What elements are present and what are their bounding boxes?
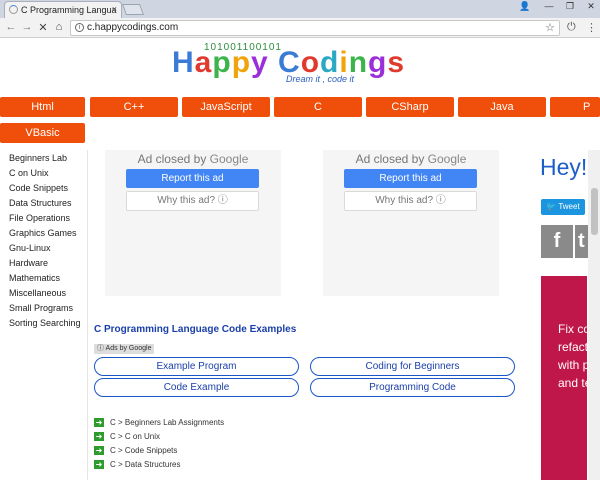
menu-cpp[interactable]: C++ (90, 97, 178, 117)
ad-closed-prefix: Ad closed by (137, 152, 207, 166)
arrow-right-icon: ➜ (94, 432, 104, 442)
maximize-icon[interactable]: ❐ (561, 1, 579, 12)
menu-c[interactable]: C (274, 97, 362, 117)
home-icon[interactable]: ⌂ (52, 21, 66, 33)
logo-tagline: Dream it , code it (286, 74, 355, 84)
sidebar-item-c-on-unix[interactable]: C on Unix (9, 168, 49, 178)
stop-icon[interactable]: ✕ (36, 21, 50, 34)
arrow-right-icon: ➜ (94, 446, 104, 456)
site-info-icon[interactable]: i (75, 23, 84, 32)
section-title: C Programming Language Code Examples (94, 324, 297, 335)
sidebar-item-hardware[interactable]: Hardware (9, 258, 48, 268)
address-bar[interactable]: i c.happycodings.com ☆ (70, 20, 560, 36)
sidebar-item-mathematics[interactable]: Mathematics (9, 273, 60, 283)
sidebar: Beginners Lab C on Unix Code Snippets Da… (0, 150, 88, 480)
ad-closed-prefix: Ad closed by (355, 152, 425, 166)
ad-block-right: Ad closed by Google Report this ad Why t… (323, 150, 499, 296)
logo-letter: s (387, 46, 406, 79)
list-item[interactable]: ➜ C > Data Structures (94, 460, 180, 471)
back-icon[interactable]: ← (4, 21, 18, 33)
logo-letter: p (231, 46, 252, 79)
ad-block-left: Ad closed by Google Report this ad Why t… (105, 150, 281, 296)
forward-icon[interactable]: → (20, 21, 34, 33)
list-item-label: C > Code Snippets (110, 446, 178, 455)
sidebar-item-code-snippets[interactable]: Code Snippets (9, 183, 68, 193)
tweet-button[interactable]: 🐦 Tweet (541, 199, 585, 215)
logo-letter: p (212, 46, 232, 79)
report-ad-button[interactable]: Report this ad (126, 169, 259, 188)
promo-line: with p (558, 358, 587, 372)
logo-letter (269, 46, 278, 80)
ad-closed-text: Ad closed by Google (323, 152, 499, 166)
hey-heading: Hey! (540, 154, 588, 180)
why-this-ad-button[interactable]: Why this ad? ⓘ (126, 191, 259, 211)
sidebar-item-beginners-lab[interactable]: Beginners Lab (9, 153, 67, 163)
url-text: c.happycodings.com (87, 22, 179, 33)
promo-line: refact (558, 340, 587, 354)
profile-icon[interactable]: 👤 (516, 1, 534, 12)
sidebar-item-file-operations[interactable]: File Operations (9, 213, 70, 223)
ad-link-code-example[interactable]: Code Example (94, 378, 299, 397)
loading-icon (9, 5, 18, 14)
menu-java[interactable]: Java (458, 97, 546, 117)
bookmark-star-icon[interactable]: ☆ (545, 21, 555, 34)
tab-title: C Programming Langua (21, 5, 117, 15)
menu-csharp[interactable]: CSharp (366, 97, 454, 117)
minimize-icon[interactable]: — (540, 1, 558, 11)
tab-close-icon[interactable]: × (112, 4, 117, 14)
promo-banner[interactable]: Fix co refact with p and te (541, 276, 587, 480)
sidebar-item-data-structures[interactable]: Data Structures (9, 198, 72, 208)
menu-html[interactable]: Html (0, 97, 85, 117)
list-item[interactable]: ➜ C > Beginners Lab Assignments (94, 418, 224, 429)
scrollbar-thumb[interactable] (591, 188, 598, 235)
ad-closed-text: Ad closed by Google (105, 152, 281, 166)
why-this-ad-button[interactable]: Why this ad? ⓘ (344, 191, 477, 211)
logo-letter: y (251, 46, 269, 79)
ad-closed-brand: Google (209, 152, 249, 166)
browser-tab[interactable]: C Programming Langua × (4, 1, 122, 18)
ads-by-google-badge[interactable]: ⓘ Ads by Google (94, 344, 155, 354)
sidebar-item-small-programs[interactable]: Small Programs (9, 303, 73, 313)
logo-letter: g (368, 46, 388, 79)
ad-link-programming-code[interactable]: Programming Code (310, 378, 515, 397)
logo-letter: a (194, 46, 213, 79)
extension-icon[interactable]: ⏻ (567, 21, 576, 34)
report-ad-button[interactable]: Report this ad (344, 169, 477, 188)
promo-line: and te (558, 376, 587, 390)
arrow-right-icon: ➜ (94, 460, 104, 470)
window-close-icon[interactable]: ✕ (582, 1, 600, 12)
menu-vbasic[interactable]: VBasic (0, 123, 85, 143)
sidebar-item-graphics-games[interactable]: Graphics Games (9, 228, 77, 238)
ad-link-example-program[interactable]: Example Program (94, 357, 299, 376)
list-item-label: C > Data Structures (110, 460, 181, 469)
menu-javascript[interactable]: JavaScript (182, 97, 270, 117)
menu-p[interactable]: P (550, 97, 600, 117)
ad-closed-brand: Google (427, 152, 467, 166)
twitter-icon[interactable]: t (575, 225, 588, 258)
browser-menu-icon[interactable]: ⋮ (586, 21, 597, 34)
new-tab-button[interactable] (121, 4, 145, 15)
facebook-icon[interactable]: f (541, 225, 573, 258)
logo-letter: H (172, 46, 195, 79)
list-item-label: C > Beginners Lab Assignments (110, 418, 225, 427)
sidebar-item-gnu-linux[interactable]: Gnu-Linux (9, 243, 51, 253)
sidebar-item-sorting-searching[interactable]: Sorting Searching (9, 318, 81, 328)
sidebar-item-miscellaneous[interactable]: Miscellaneous (9, 288, 66, 298)
list-item[interactable]: ➜ C > Code Snippets (94, 446, 177, 457)
list-item-label: C > C on Unix (110, 432, 161, 441)
promo-line: Fix co (558, 322, 587, 336)
title-bar: C Programming Langua × 👤 — ❐ ✕ (0, 0, 600, 18)
arrow-right-icon: ➜ (94, 418, 104, 428)
ad-link-coding-for-beginners[interactable]: Coding for Beginners (310, 357, 515, 376)
browser-toolbar: ← → ✕ ⌂ i c.happycodings.com ☆ ⏻ ⋮ (0, 18, 600, 38)
list-item[interactable]: ➜ C > C on Unix (94, 432, 160, 443)
